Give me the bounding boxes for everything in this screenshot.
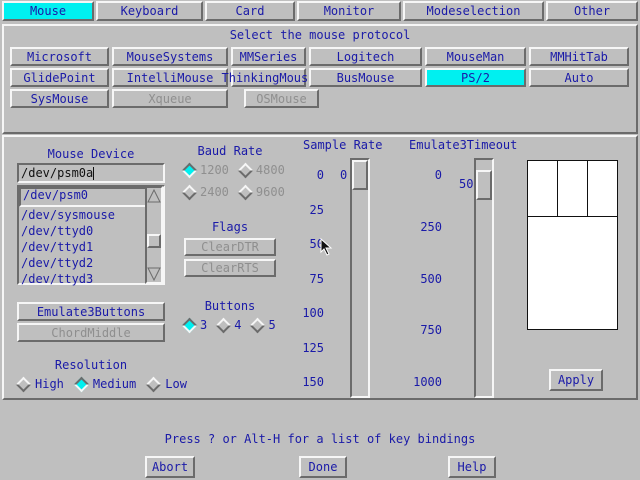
buttons-3-radio[interactable]: [181, 317, 198, 333]
sample-rate-tick: 150: [302, 375, 324, 389]
mouse-device-input[interactable]: /dev/psm0a: [17, 163, 165, 183]
baud-2400-radio[interactable]: [181, 184, 198, 200]
tab-mouse[interactable]: Mouse: [2, 1, 94, 21]
sample-rate-value: 0: [340, 168, 348, 182]
buttons-5-radio[interactable]: [250, 317, 266, 333]
protocol-osmouse-button[interactable]: OSMouse: [244, 89, 319, 108]
baud-1200-label: 1200: [200, 163, 229, 177]
emulate3timeout-tick: 750: [420, 323, 442, 337]
protocol-microsoft-button[interactable]: Microsoft: [10, 47, 109, 66]
emulate3timeout-slider-thumb[interactable]: [476, 170, 492, 200]
protocol-glidepoint-button[interactable]: GlidePoint: [10, 68, 109, 87]
status-text: Press ? or Alt-H for a list of key bindi…: [164, 432, 476, 446]
protocol-mousesystems-button[interactable]: MouseSystems: [112, 47, 228, 66]
sample-rate-tick: 50: [309, 237, 324, 251]
baud-1200-radio[interactable]: [181, 162, 198, 178]
buttons-4-label: 4: [234, 318, 242, 332]
buttons-3-label: 3: [200, 318, 208, 332]
sample-rate-label: Sample Rate: [303, 138, 383, 152]
mouse-button-diagram: [527, 160, 618, 330]
list-item[interactable]: /dev/ttyd0: [19, 223, 163, 239]
scrollbar-thumb[interactable]: [147, 234, 161, 248]
sample-rate-tick: 125: [302, 341, 324, 355]
mouse-pointer-icon: [320, 238, 333, 256]
resolution-medium-label: Medium: [92, 377, 137, 391]
baud-row-2: 2400 9600: [181, 184, 285, 200]
buttons-radio-group: 3 4 5: [181, 317, 276, 333]
resolution-high-radio[interactable]: [15, 376, 32, 392]
sample-rate-slider-thumb[interactable]: [352, 160, 368, 190]
flags-label: Flags: [211, 220, 249, 234]
protocol-title: Select the mouse protocol: [229, 28, 411, 42]
tab-card[interactable]: Card: [205, 1, 295, 21]
resolution-label: Resolution: [54, 358, 128, 372]
tab-keyboard[interactable]: Keyboard: [96, 1, 203, 21]
abort-button[interactable]: Abort: [145, 456, 195, 478]
resolution-radio-group: High Medium Low: [15, 376, 187, 392]
resolution-low-radio[interactable]: [145, 376, 162, 392]
sample-rate-tick: 100: [302, 306, 324, 320]
scroll-down-arrow-icon[interactable]: [147, 266, 161, 282]
tab-modeselection[interactable]: Modeselection: [403, 1, 544, 21]
protocol-xqueue-button[interactable]: Xqueue: [112, 89, 228, 108]
mouse-device-label: Mouse Device: [47, 147, 135, 161]
buttons-5-label: 5: [268, 318, 276, 332]
baud-9600-label: 9600: [255, 185, 285, 199]
emulate3timeout-tick: 0: [434, 168, 442, 182]
clear-rts-button[interactable]: ClearRTS: [184, 259, 276, 277]
buttons-label: Buttons: [204, 299, 256, 313]
done-button[interactable]: Done: [299, 456, 347, 478]
mouse-right-button: [588, 161, 618, 217]
baud-4800-radio[interactable]: [237, 162, 254, 178]
emulate3timeout-label: Emulate3Timeout: [409, 138, 518, 152]
emulate3buttons-button[interactable]: Emulate3Buttons: [17, 302, 165, 321]
baud-rate-label: Baud Rate: [197, 144, 263, 158]
sample-rate-tick: 0: [316, 168, 324, 182]
protocol-thinkingmouse-button[interactable]: ThinkingMouse: [222, 68, 315, 87]
protocol-logitech-button[interactable]: Logitech: [309, 47, 422, 66]
tab-other[interactable]: Other: [546, 1, 638, 21]
resolution-high-label: High: [35, 377, 64, 391]
tab-monitor[interactable]: Monitor: [297, 1, 401, 21]
emulate3timeout-value: 50: [459, 177, 474, 191]
resolution-low-label: Low: [165, 377, 187, 391]
list-item[interactable]: /dev/sysmouse: [19, 207, 163, 223]
text-cursor: [93, 167, 95, 180]
apply-button[interactable]: Apply: [549, 369, 603, 391]
baud-4800-label: 4800: [255, 163, 285, 177]
protocol-sysmouse-button[interactable]: SysMouse: [10, 89, 109, 108]
sample-rate-slider[interactable]: [350, 158, 370, 398]
mouse-left-button: [528, 161, 558, 217]
baud-2400-label: 2400: [200, 185, 229, 199]
clear-dtr-button[interactable]: ClearDTR: [184, 238, 276, 256]
help-button[interactable]: Help: [448, 456, 496, 478]
protocol-mmhittab-button[interactable]: MMHitTab: [529, 47, 629, 66]
mouse-middle-button: [558, 161, 588, 217]
emulate3timeout-tick: 1000: [413, 375, 442, 389]
buttons-4-radio[interactable]: [215, 317, 232, 333]
mouse-device-list: /dev/psm0 /dev/sysmouse /dev/ttyd0 /dev/…: [17, 185, 165, 287]
protocol-intellimouse-button[interactable]: IntelliMouse: [112, 68, 228, 87]
sample-rate-tick: 25: [309, 203, 324, 217]
scroll-up-arrow-icon[interactable]: [147, 188, 161, 204]
device-list-scrollbar[interactable]: [145, 186, 163, 284]
protocol-busmouse-button[interactable]: BusMouse: [309, 68, 422, 87]
baud-row-1: 1200 4800: [181, 162, 285, 178]
list-item[interactable]: /dev/ttyd2: [19, 255, 163, 271]
protocol-auto-button[interactable]: Auto: [529, 68, 629, 87]
protocol-mouseman-button[interactable]: MouseMan: [425, 47, 526, 66]
list-item[interactable]: /dev/ttyd3: [19, 271, 163, 287]
emulate3timeout-tick: 500: [420, 272, 442, 286]
mouse-device-value: /dev/psm0a: [21, 166, 94, 180]
chordmiddle-button[interactable]: ChordMiddle: [17, 323, 165, 342]
protocol-mmseries-button[interactable]: MMSeries: [231, 47, 306, 66]
protocol-ps2-button[interactable]: PS/2: [425, 68, 526, 87]
emulate3timeout-slider[interactable]: [474, 158, 494, 398]
baud-9600-radio[interactable]: [237, 184, 254, 200]
sample-rate-tick: 75: [309, 272, 324, 286]
list-item[interactable]: /dev/psm0: [19, 187, 147, 207]
emulate3timeout-tick: 250: [420, 220, 442, 234]
resolution-medium-radio[interactable]: [73, 376, 90, 392]
list-item[interactable]: /dev/ttyd1: [19, 239, 163, 255]
